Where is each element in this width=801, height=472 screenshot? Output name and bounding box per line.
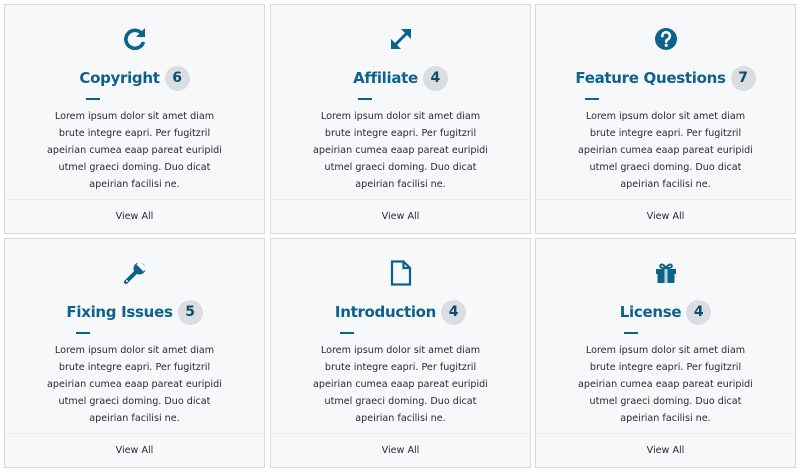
title-underline (76, 332, 90, 334)
card-description: Lorem ipsum dolor sit amet diam brute in… (313, 345, 488, 424)
category-card-introduction: Introduction 4 Lorem ipsum dolor sit ame… (270, 238, 531, 468)
card-title[interactable]: Feature Questions (575, 69, 726, 87)
view-all-link[interactable]: View All (5, 199, 264, 233)
card-title-row: Fixing Issues 5 (5, 299, 264, 325)
count-badge: 4 (686, 299, 712, 325)
category-card-license: License 4 Lorem ipsum dolor sit amet dia… (535, 238, 796, 468)
card-title[interactable]: Affiliate (353, 69, 418, 87)
expand-arrows-icon (271, 25, 530, 53)
gift-icon (536, 259, 795, 287)
card-description: Lorem ipsum dolor sit amet diam brute in… (578, 345, 753, 424)
card-description: Lorem ipsum dolor sit amet diam brute in… (578, 111, 753, 190)
category-grid: Copyright 6 Lorem ipsum dolor sit amet d… (0, 0, 801, 472)
title-underline (86, 98, 100, 100)
category-card-feature-questions: Feature Questions 7 Lorem ipsum dolor si… (535, 4, 796, 234)
card-description: Lorem ipsum dolor sit amet diam brute in… (313, 111, 488, 190)
card-title[interactable]: Fixing Issues (66, 303, 172, 321)
card-description: Lorem ipsum dolor sit amet diam brute in… (47, 111, 222, 190)
view-all-link[interactable]: View All (536, 433, 795, 467)
card-title-row: Introduction 4 (271, 299, 530, 325)
count-badge: 6 (164, 65, 190, 91)
card-title[interactable]: Copyright (79, 69, 160, 87)
card-title-row: Affiliate 4 (271, 65, 530, 91)
refresh-icon (5, 25, 264, 53)
card-title[interactable]: Introduction (335, 303, 436, 321)
card-title[interactable]: License (620, 303, 682, 321)
title-underline (585, 98, 599, 100)
view-all-link[interactable]: View All (536, 199, 795, 233)
card-description: Lorem ipsum dolor sit amet diam brute in… (47, 345, 222, 424)
view-all-link[interactable]: View All (5, 433, 264, 467)
title-underline (624, 332, 638, 334)
count-badge: 5 (177, 299, 203, 325)
category-card-affiliate: Affiliate 4 Lorem ipsum dolor sit amet d… (270, 4, 531, 234)
category-card-copyright: Copyright 6 Lorem ipsum dolor sit amet d… (4, 4, 265, 234)
view-all-link[interactable]: View All (271, 199, 530, 233)
title-underline (340, 332, 354, 334)
title-underline (358, 98, 372, 100)
count-badge: 7 (730, 65, 756, 91)
view-all-link[interactable]: View All (271, 433, 530, 467)
category-card-fixing-issues: Fixing Issues 5 Lorem ipsum dolor sit am… (4, 238, 265, 468)
count-badge: 4 (441, 299, 467, 325)
wrench-icon (5, 259, 264, 287)
card-title-row: License 4 (536, 299, 795, 325)
card-title-row: Copyright 6 (5, 65, 264, 91)
document-icon (271, 259, 530, 287)
question-circle-icon (536, 25, 795, 53)
count-badge: 4 (422, 65, 448, 91)
card-title-row: Feature Questions 7 (536, 65, 795, 91)
